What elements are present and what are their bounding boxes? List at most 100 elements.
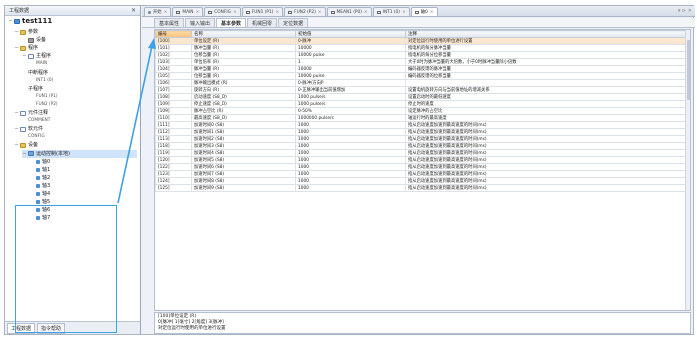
tab-strip-controls[interactable]: ▾ ⊳ ✕: [678, 8, 692, 14]
close-tab-icon[interactable]: ×: [275, 10, 279, 15]
scrollbar-thumb[interactable]: [687, 40, 690, 100]
cell-initial-value[interactable]: 10000 pulse: [295, 51, 406, 59]
tree-item[interactable]: − 元件注释: [14, 109, 137, 117]
tree-item[interactable]: 轴1: [30, 166, 137, 174]
document-tab[interactable]: INT1 (0) ×: [372, 7, 410, 16]
tree-item[interactable]: CONFIG: [22, 133, 137, 141]
collapse-icon[interactable]: −: [8, 17, 13, 25]
document-tab[interactable]: MAIN ×: [172, 7, 204, 16]
tree-item[interactable]: 中断程序: [22, 69, 137, 77]
column-header-name[interactable]: 名称: [191, 30, 296, 38]
cell-initial-value[interactable]: 1000: [295, 142, 406, 150]
table-row[interactable]: [101] 脉冲当量 (R) 10000 指电机的每分脉冲当量: [155, 44, 688, 52]
tree-item[interactable]: FUN1 (P1): [30, 93, 137, 101]
table-row[interactable]: [119] 加速时间4 (S8) 1000 指从启动速度加速到最高速度的时间(ms): [155, 149, 688, 157]
collapse-icon[interactable]: −: [14, 44, 19, 52]
collapse-icon[interactable]: −: [14, 28, 19, 36]
table-row[interactable]: [105] 位移当量 (R) 10000 pulse 编码器反馈的位移当量: [155, 72, 688, 80]
cell-initial-value[interactable]: 1000 pulse/s: [295, 93, 406, 101]
collapse-icon[interactable]: −: [14, 109, 19, 117]
cell-initial-value[interactable]: 1000: [295, 135, 406, 143]
cell-initial-value[interactable]: 1000 pulse/s: [295, 100, 406, 108]
cell-initial-value[interactable]: 1000: [295, 156, 406, 164]
tree-item[interactable]: − 主程序: [22, 52, 137, 60]
tree-item[interactable]: − test111: [8, 17, 137, 25]
tree-item[interactable]: 轴4: [30, 190, 137, 198]
tree-item[interactable]: 轴3: [30, 182, 137, 190]
cell-initial-value[interactable]: 10000: [295, 65, 406, 73]
tab-project-data[interactable]: 工程数据: [7, 322, 36, 334]
table-row[interactable]: [109] 停止速度 (S8_D) 1000 pulse/s 停止时的速度: [155, 100, 688, 108]
tree-item[interactable]: 轴5: [30, 198, 137, 206]
close-tab-icon[interactable]: ×: [402, 10, 406, 15]
document-tab[interactable]: 轴0 ×: [410, 7, 438, 16]
table-row[interactable]: [107] 旋转方向 (R) 0-正脉冲输出当前值增加 设置电机旋转方向与当前值地址的…: [155, 86, 688, 94]
settings-tab[interactable]: 机械回零: [247, 18, 278, 27]
tree-item[interactable]: − 软元件: [14, 125, 137, 133]
document-tab[interactable]: CONFIG ×: [204, 7, 241, 16]
cell-initial-value[interactable]: 1: [295, 58, 406, 66]
close-icon[interactable]: ✕: [131, 7, 136, 14]
tree-item[interactable]: 子程序: [22, 85, 137, 93]
table-row[interactable]: [108] 启动速度 (S8_D) 1000 pulse/s 设置启动时的最低速度: [155, 93, 688, 101]
tree-item[interactable]: − 程序: [14, 44, 137, 52]
table-row[interactable]: [113] 加速时间2 (S8) 1000 指从启动速度加速到最高速度的时间(ms): [155, 135, 688, 143]
close-tab-icon[interactable]: ×: [164, 10, 168, 15]
cell-initial-value[interactable]: 0-正脉冲输出当前值增加: [295, 86, 406, 94]
tree-item[interactable]: INT1 (0): [30, 77, 137, 85]
tree-item[interactable]: MAIN: [30, 60, 137, 68]
tab-instruction-help[interactable]: 指令帮助: [37, 322, 66, 334]
table-row[interactable]: [125] 加速时间9 (S8) 1000 指从启动速度加速到最高速度的时间(ms): [155, 184, 688, 192]
cell-initial-value[interactable]: 0-脉冲: [295, 37, 406, 45]
cell-initial-value[interactable]: 0-脉冲/方向P: [295, 79, 406, 87]
close-tab-icon[interactable]: ×: [364, 10, 368, 15]
settings-tab[interactable]: 定位数据: [278, 18, 309, 27]
close-tab-icon[interactable]: ×: [318, 10, 322, 15]
column-header-number[interactable]: 编号: [155, 30, 192, 38]
table-row[interactable]: [106] 脉冲输出模式 (R) 0-脉冲/方向P: [155, 79, 688, 87]
table-row[interactable]: [102] 位移当量 (R) 10000 pulse 指电机的每分位移当量: [155, 51, 688, 59]
tree-item[interactable]: 轴7: [30, 214, 137, 222]
table-row[interactable]: [124] 加速时间8 (S8) 1000 指从启动速度加速到最高速度的时间(ms): [155, 177, 688, 185]
table-row[interactable]: [118] 加速时间3 (S8) 1000 指从启动速度加速到最高速度的时间(ms): [155, 142, 688, 150]
cell-initial-value[interactable]: 1000: [295, 184, 406, 192]
close-tab-icon[interactable]: ×: [233, 10, 237, 15]
document-tab[interactable]: FUN2 (P2) ×: [284, 7, 326, 16]
cell-initial-value[interactable]: 1000: [295, 128, 406, 136]
table-row[interactable]: [111] 加速时间0 (S8) 1000 指从启动速度加速到最高速度的时间(ms): [155, 121, 688, 129]
collapse-icon[interactable]: −: [14, 125, 19, 133]
settings-tab[interactable]: 输入输出: [185, 18, 216, 27]
tree-item[interactable]: − 参数: [14, 28, 137, 36]
cell-initial-value[interactable]: 0-50%: [295, 107, 406, 115]
cell-initial-value[interactable]: 1000: [295, 163, 406, 171]
tree-item[interactable]: FUN2 (P2): [30, 101, 137, 109]
column-header-comment[interactable]: 注释: [405, 30, 688, 38]
cell-initial-value[interactable]: 1000000 pulse/s: [295, 114, 406, 122]
tree-item[interactable]: 轴0: [30, 158, 137, 166]
table-row[interactable]: [123] 加速时间7 (S8) 1000 指从启动速度加速到最高速度的时间(ms): [155, 170, 688, 178]
document-tab[interactable]: MEAN1 (P0) ×: [326, 7, 372, 16]
close-tab-icon[interactable]: ×: [430, 10, 434, 15]
close-tab-icon[interactable]: ×: [196, 10, 200, 15]
collapse-icon[interactable]: −: [14, 141, 19, 149]
cell-initial-value[interactable]: 10000 pulse: [295, 72, 406, 80]
document-tab[interactable]: FUN1 (P1) ×: [241, 7, 284, 16]
table-row[interactable]: [120] 加速时间5 (S8) 1000 指从启动速度加速到最高速度的时间(ms): [155, 156, 688, 164]
collapse-icon[interactable]: −: [22, 150, 27, 158]
document-tab[interactable]: 开始 ×: [144, 7, 172, 16]
tree-item[interactable]: COMMENT: [22, 117, 137, 125]
cell-initial-value[interactable]: 10000: [295, 44, 406, 52]
tree-item[interactable]: 轴6: [30, 206, 137, 214]
cell-initial-value[interactable]: 1000: [295, 149, 406, 157]
table-row[interactable]: [112] 加速时间1 (S8) 1000 指从启动速度加速到最高速度的时间(ms): [155, 128, 688, 136]
cell-initial-value[interactable]: 1000: [295, 121, 406, 129]
table-row[interactable]: [110] 最高速度 (S8_D) 1000000 pulse/s 轴运行时的最高速度: [155, 114, 688, 122]
settings-tab[interactable]: 基本参数: [216, 18, 247, 27]
cell-initial-value[interactable]: 1000: [295, 177, 406, 185]
table-scrollbar[interactable]: [685, 30, 690, 310]
settings-tab[interactable]: 基本属性: [154, 18, 185, 27]
table-row[interactable]: [122] 加速时间6 (S8) 1000 指从启动速度加速到最高速度的时间(ms): [155, 163, 688, 171]
tree-item[interactable]: 轴2: [30, 174, 137, 182]
tree-item[interactable]: 设备: [22, 36, 137, 44]
column-header-initial-value[interactable]: 初始值: [295, 30, 406, 38]
